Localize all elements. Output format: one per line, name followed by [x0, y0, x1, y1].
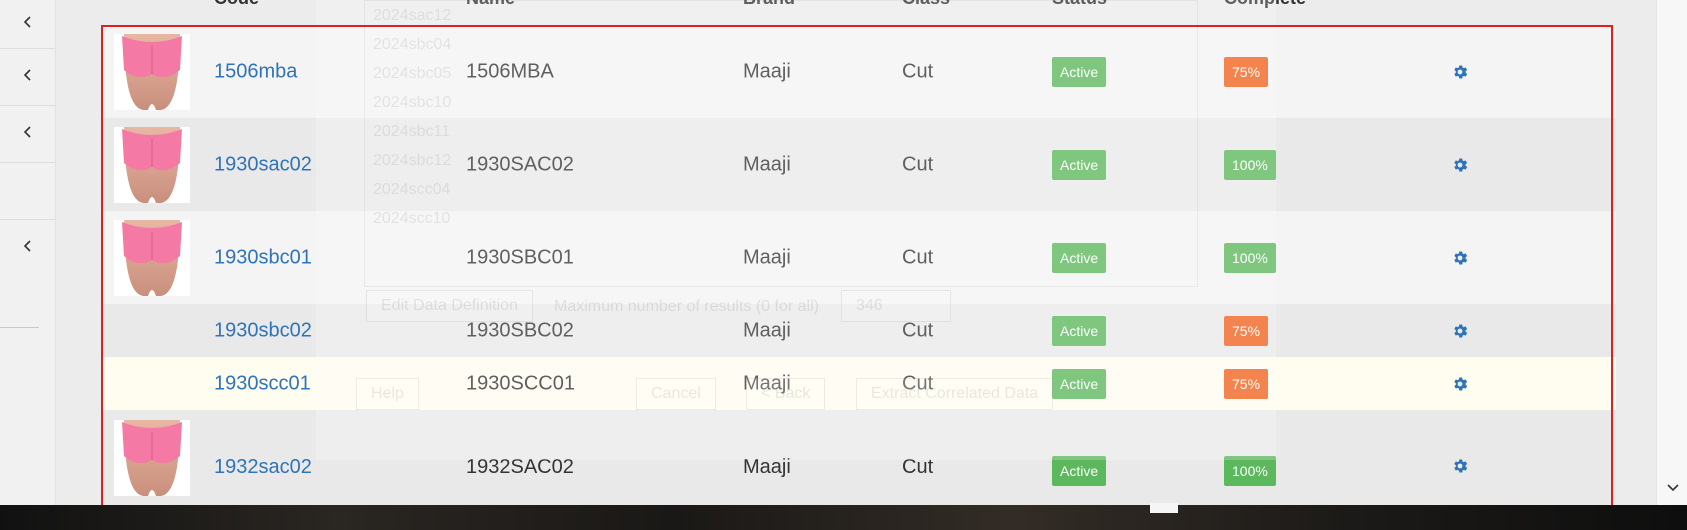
product-class: Cut	[902, 153, 934, 175]
chevron-left-icon	[22, 125, 34, 143]
product-name: 1932SAC02	[466, 456, 574, 478]
product-code-link[interactable]: 1506mba	[214, 61, 297, 84]
table-header: Code Name Brand Class Status Complete	[56, 0, 1656, 12]
header-name[interactable]: Name	[466, 0, 515, 9]
product-code-link[interactable]: 1932sac02	[214, 456, 312, 479]
page: Code Name Brand Class Status Complete 15…	[0, 0, 1687, 530]
status-badge: Active	[1052, 242, 1107, 273]
sidebar-item-3[interactable]	[0, 106, 55, 163]
product-brand: Maaji	[743, 456, 791, 478]
product-name: 1930SBC01	[466, 246, 574, 268]
product-brand: Maaji	[743, 153, 791, 175]
header-class[interactable]: Class	[902, 0, 950, 9]
product-thumbnail	[114, 420, 190, 496]
sidebar-item-5[interactable]	[0, 220, 55, 276]
header-brand[interactable]: Brand	[743, 0, 795, 9]
header-code[interactable]: Code	[214, 0, 259, 9]
chevron-left-icon	[22, 239, 34, 257]
product-name: 1930SBC02	[466, 319, 574, 341]
sidebar-item-2[interactable]	[0, 49, 55, 106]
gear-icon[interactable]	[1451, 322, 1469, 340]
complete-badge: 100%	[1224, 242, 1276, 273]
product-thumbnail	[114, 126, 190, 203]
header-complete[interactable]: Complete	[1224, 0, 1306, 9]
product-thumbnail	[114, 219, 190, 296]
product-name: 1930SAC02	[466, 153, 574, 175]
taskbar-strip	[0, 505, 1687, 530]
product-brand: Maaji	[743, 60, 791, 83]
main-content: Code Name Brand Class Status Complete 15…	[56, 0, 1656, 513]
table-row[interactable]: 1930sbc02 1930SBC02 Maaji Cut Active 75%	[102, 304, 1616, 358]
product-class: Cut	[902, 456, 934, 478]
table-row[interactable]: 1930sbc01 1930SBC01 Maaji Cut Active 100%	[102, 211, 1616, 305]
chevron-down-icon[interactable]	[1666, 480, 1680, 494]
gear-icon[interactable]	[1451, 63, 1469, 81]
product-name: 1506MBA	[466, 60, 554, 83]
header-status[interactable]: Status	[1052, 0, 1107, 9]
status-badge: Active	[1052, 57, 1107, 87]
status-badge: Active	[1052, 456, 1107, 486]
status-badge: Active	[1052, 315, 1107, 346]
status-badge: Active	[1052, 368, 1107, 399]
table-row[interactable]: 1930sac02 1930SAC02 Maaji Cut Active 100%	[102, 118, 1616, 212]
product-code-link[interactable]: 1930sac02	[214, 153, 312, 176]
taskbar-indicator	[1150, 503, 1178, 513]
gear-icon[interactable]	[1451, 457, 1469, 475]
product-class: Cut	[902, 246, 934, 268]
complete-badge: 100%	[1224, 149, 1276, 180]
vertical-scrollbar[interactable]	[1656, 0, 1687, 505]
gear-icon[interactable]	[1451, 249, 1469, 267]
product-brand: Maaji	[743, 246, 791, 268]
product-brand: Maaji	[743, 319, 791, 341]
complete-badge: 100%	[1224, 456, 1276, 486]
product-class: Cut	[902, 60, 934, 83]
product-code-link[interactable]: 1930sbc02	[214, 319, 312, 342]
complete-badge: 75%	[1224, 57, 1269, 87]
gear-icon[interactable]	[1451, 375, 1469, 393]
chevron-left-icon	[22, 15, 34, 33]
table-row[interactable]: 1932sac02 1932SAC02 Maaji Cut Active 100%	[102, 410, 1616, 513]
product-brand: Maaji	[743, 372, 791, 394]
table-row[interactable]: 1506mba 1506MBA Maaji Cut Active 75%	[102, 26, 1616, 119]
product-class: Cut	[902, 372, 934, 394]
product-table: 1506mba 1506MBA Maaji Cut Active 75% 1930sac02…	[102, 26, 1616, 513]
gear-icon[interactable]	[1451, 156, 1469, 174]
complete-badge: 75%	[1224, 368, 1269, 399]
table-row[interactable]: 1930scc01 1930SCC01 Maaji Cut Active 75%	[102, 357, 1616, 411]
chevron-left-icon	[22, 68, 34, 86]
product-thumbnail	[114, 34, 190, 110]
status-badge: Active	[1052, 149, 1107, 180]
sidebar	[0, 0, 56, 505]
sidebar-divider	[0, 327, 39, 328]
product-code-link[interactable]: 1930sbc01	[214, 246, 312, 269]
product-class: Cut	[902, 319, 934, 341]
product-code-link[interactable]: 1930scc01	[214, 372, 311, 395]
product-name: 1930SCC01	[466, 372, 575, 394]
sidebar-item-1[interactable]	[0, 0, 55, 49]
complete-badge: 75%	[1224, 315, 1269, 346]
sidebar-item-4[interactable]	[0, 163, 55, 220]
